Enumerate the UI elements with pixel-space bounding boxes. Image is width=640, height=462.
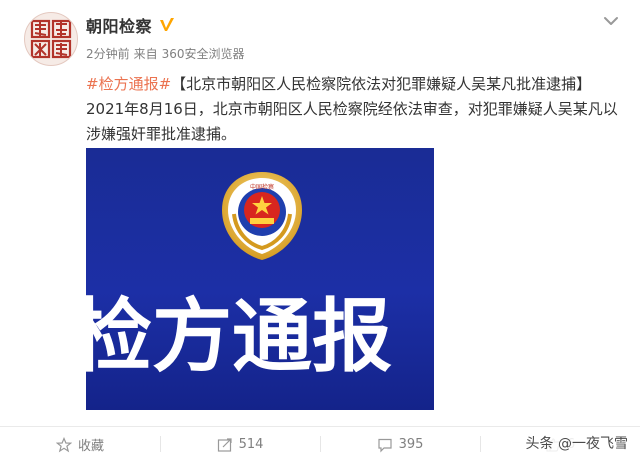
repost-icon [217,437,232,452]
favorite-label: 收藏 [77,439,104,454]
image-headline: 检方通报 [86,290,392,383]
post-title: 【北京市朝阳区人民检察院依法对犯罪嫌疑人吴某凡批准逮捕】 [171,75,592,93]
source-prefix: 来自 [133,47,158,61]
comment-count: 395 [398,437,424,452]
procuratorate-emblem-icon: 中国检察 [222,172,302,260]
post-body: 2021年8月16日，北京市朝阳区人民检察院经依法审查，对犯罪嫌疑人吴某凡以涉嫌… [86,100,618,143]
weibo-post: 朝阳检察 2分钟前 来自 360安全浏览器 #检方通报#【北京市朝阳区人民检察院… [0,0,640,462]
user-name[interactable]: 朝阳检察 [86,13,152,37]
favorite-button[interactable]: 收藏 [0,427,160,462]
repost-count: 514 [238,437,264,452]
star-icon [55,436,72,452]
author-row: 朝阳检察 [86,12,176,38]
post-meta: 2分钟前 来自 360安全浏览器 [86,45,245,62]
emblem-text: 中国检察 [250,183,274,191]
post-time[interactable]: 2分钟前 [86,45,130,62]
post-image[interactable]: 中国检察 检方通报 [86,148,434,410]
seal-logo-icon [30,19,72,59]
repost-button[interactable]: 514 [160,427,320,462]
watermark: 头条 @一夜飞雪 [519,427,628,462]
comment-icon [377,438,392,452]
post-source[interactable]: 360安全浏览器 [162,45,245,62]
post-text: #检方通报#【北京市朝阳区人民检察院依法对犯罪嫌疑人吴某凡批准逮捕】 2021年… [86,72,622,147]
comment-button[interactable]: 395 [320,427,480,462]
hashtag-link[interactable]: #检方通报# [86,75,171,93]
verified-badge-icon [160,18,175,31]
chevron-down-icon[interactable] [600,10,622,32]
avatar[interactable] [24,12,78,66]
